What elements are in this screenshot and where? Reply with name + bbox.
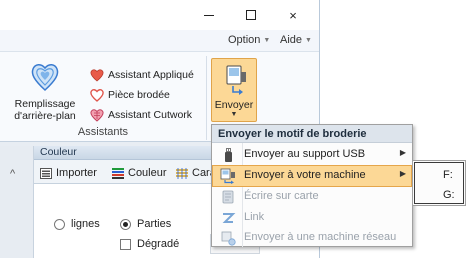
menu-item-send-usb[interactable]: Envoyer au support USB ▶ <box>212 144 412 166</box>
import-icon <box>40 167 52 179</box>
gradient-checkbox[interactable]: Dégradé <box>120 238 179 250</box>
assistants-group-label: Assistants <box>77 126 129 138</box>
send-dropdown-menu: Envoyer le motif de broderie Envoyer au … <box>211 124 413 247</box>
menu-item-write-card-label: Écrire sur carte <box>244 190 319 202</box>
maximize-button[interactable] <box>230 0 272 30</box>
submenu-item-drive-f[interactable]: F: <box>443 169 453 181</box>
menu-item-write-card[interactable]: Écrire sur carte <box>212 186 412 208</box>
menu-option[interactable]: Option ▼ <box>228 34 270 46</box>
assistants-group: Remplissage d'arrière-plan Assistant App… <box>0 56 207 140</box>
left-collapsed-pane: ^ <box>0 146 34 258</box>
submenu-arrow-icon: ▶ <box>399 148 406 157</box>
tab-color[interactable]: Couleur <box>112 164 167 182</box>
submenu-arrow-icon: ▶ <box>399 169 406 178</box>
send-machine-icon <box>220 168 235 184</box>
maximize-icon <box>246 10 256 20</box>
applique-wizard-label: Assistant Appliqué <box>108 69 194 81</box>
heart-cutwork-icon <box>90 109 104 122</box>
drive-submenu: F: G: <box>412 160 466 206</box>
network-machine-icon <box>221 231 236 246</box>
tab-import[interactable]: Importer <box>40 164 97 182</box>
submenu-focus-frame <box>414 162 464 204</box>
heart-applique-icon <box>90 69 104 82</box>
menu-item-link[interactable]: Link <box>212 207 412 229</box>
menu-aide[interactable]: Aide ▼ <box>280 34 312 46</box>
tab-import-label: Importer <box>56 167 97 179</box>
menu-item-send-network[interactable]: Envoyer à une machine réseau <box>212 227 412 249</box>
usb-icon <box>225 148 232 162</box>
embroidered-piece-label: Pièce brodée <box>108 89 170 101</box>
submenu-item-drive-g[interactable]: G: <box>443 189 455 201</box>
send-button[interactable]: Envoyer ▼ <box>211 58 257 122</box>
gradient-checkbox-control[interactable] <box>120 238 131 250</box>
tab-characteristics[interactable]: Cara <box>176 164 216 182</box>
chevron-down-icon: ▼ <box>305 37 312 44</box>
card-icon <box>222 190 234 204</box>
minimize-icon <box>204 14 214 16</box>
heart-stitch-icon <box>31 64 59 92</box>
chevron-up-icon[interactable]: ^ <box>10 168 15 180</box>
close-button[interactable]: × <box>272 0 314 30</box>
link-icon <box>222 213 236 223</box>
menu-item-send-machine[interactable]: Envoyer à votre machine ▶ <box>212 165 412 187</box>
background-fill-button[interactable]: Remplissage d'arrière-plan <box>6 58 84 124</box>
menu-item-link-label: Link <box>244 211 265 223</box>
radio-lines[interactable]: lignes <box>54 218 100 230</box>
cutwork-wizard-button[interactable]: Assistant Cutwork <box>90 106 192 124</box>
radio-lines-control[interactable] <box>54 218 65 230</box>
close-icon: × <box>289 7 297 23</box>
cutwork-wizard-label: Assistant Cutwork <box>108 109 193 121</box>
color-panel-title: Couleur <box>40 146 77 158</box>
radio-parts-control[interactable] <box>120 218 131 230</box>
minimize-button[interactable] <box>188 0 230 30</box>
dropdown-header: Envoyer le motif de broderie <box>212 125 412 143</box>
embroidered-piece-button[interactable]: Pièce brodée <box>90 86 170 104</box>
gradient-label: Dégradé <box>137 238 180 250</box>
send-machine-icon <box>226 65 246 95</box>
pattern-icon <box>176 167 188 179</box>
chevron-down-icon: ▼ <box>263 37 271 44</box>
radio-lines-label: lignes <box>71 218 100 230</box>
dropdown-header-label: Envoyer le motif de broderie <box>218 128 367 140</box>
heart-outline-icon <box>90 89 104 102</box>
tab-color-label: Couleur <box>128 167 167 179</box>
background-fill-label: Remplissage d'arrière-plan <box>14 98 76 122</box>
radio-parts-label: Parties <box>137 218 172 230</box>
menu-item-send-network-label: Envoyer à une machine réseau <box>244 231 397 243</box>
menu-item-send-machine-label: Envoyer à votre machine <box>244 169 366 181</box>
menu-aide-label: Aide <box>280 34 303 46</box>
radio-parts[interactable]: Parties <box>120 218 171 230</box>
applique-wizard-button[interactable]: Assistant Appliqué <box>90 66 194 84</box>
menu-option-label: Option <box>228 34 261 46</box>
color-bars-icon <box>112 167 124 179</box>
chevron-down-icon: ▼ <box>230 111 238 118</box>
send-button-label: Envoyer <box>214 99 254 111</box>
menu-item-send-usb-label: Envoyer au support USB <box>244 148 366 160</box>
menu-bar: Option ▼ Aide ▼ <box>0 30 319 52</box>
title-bar: × <box>0 0 319 30</box>
